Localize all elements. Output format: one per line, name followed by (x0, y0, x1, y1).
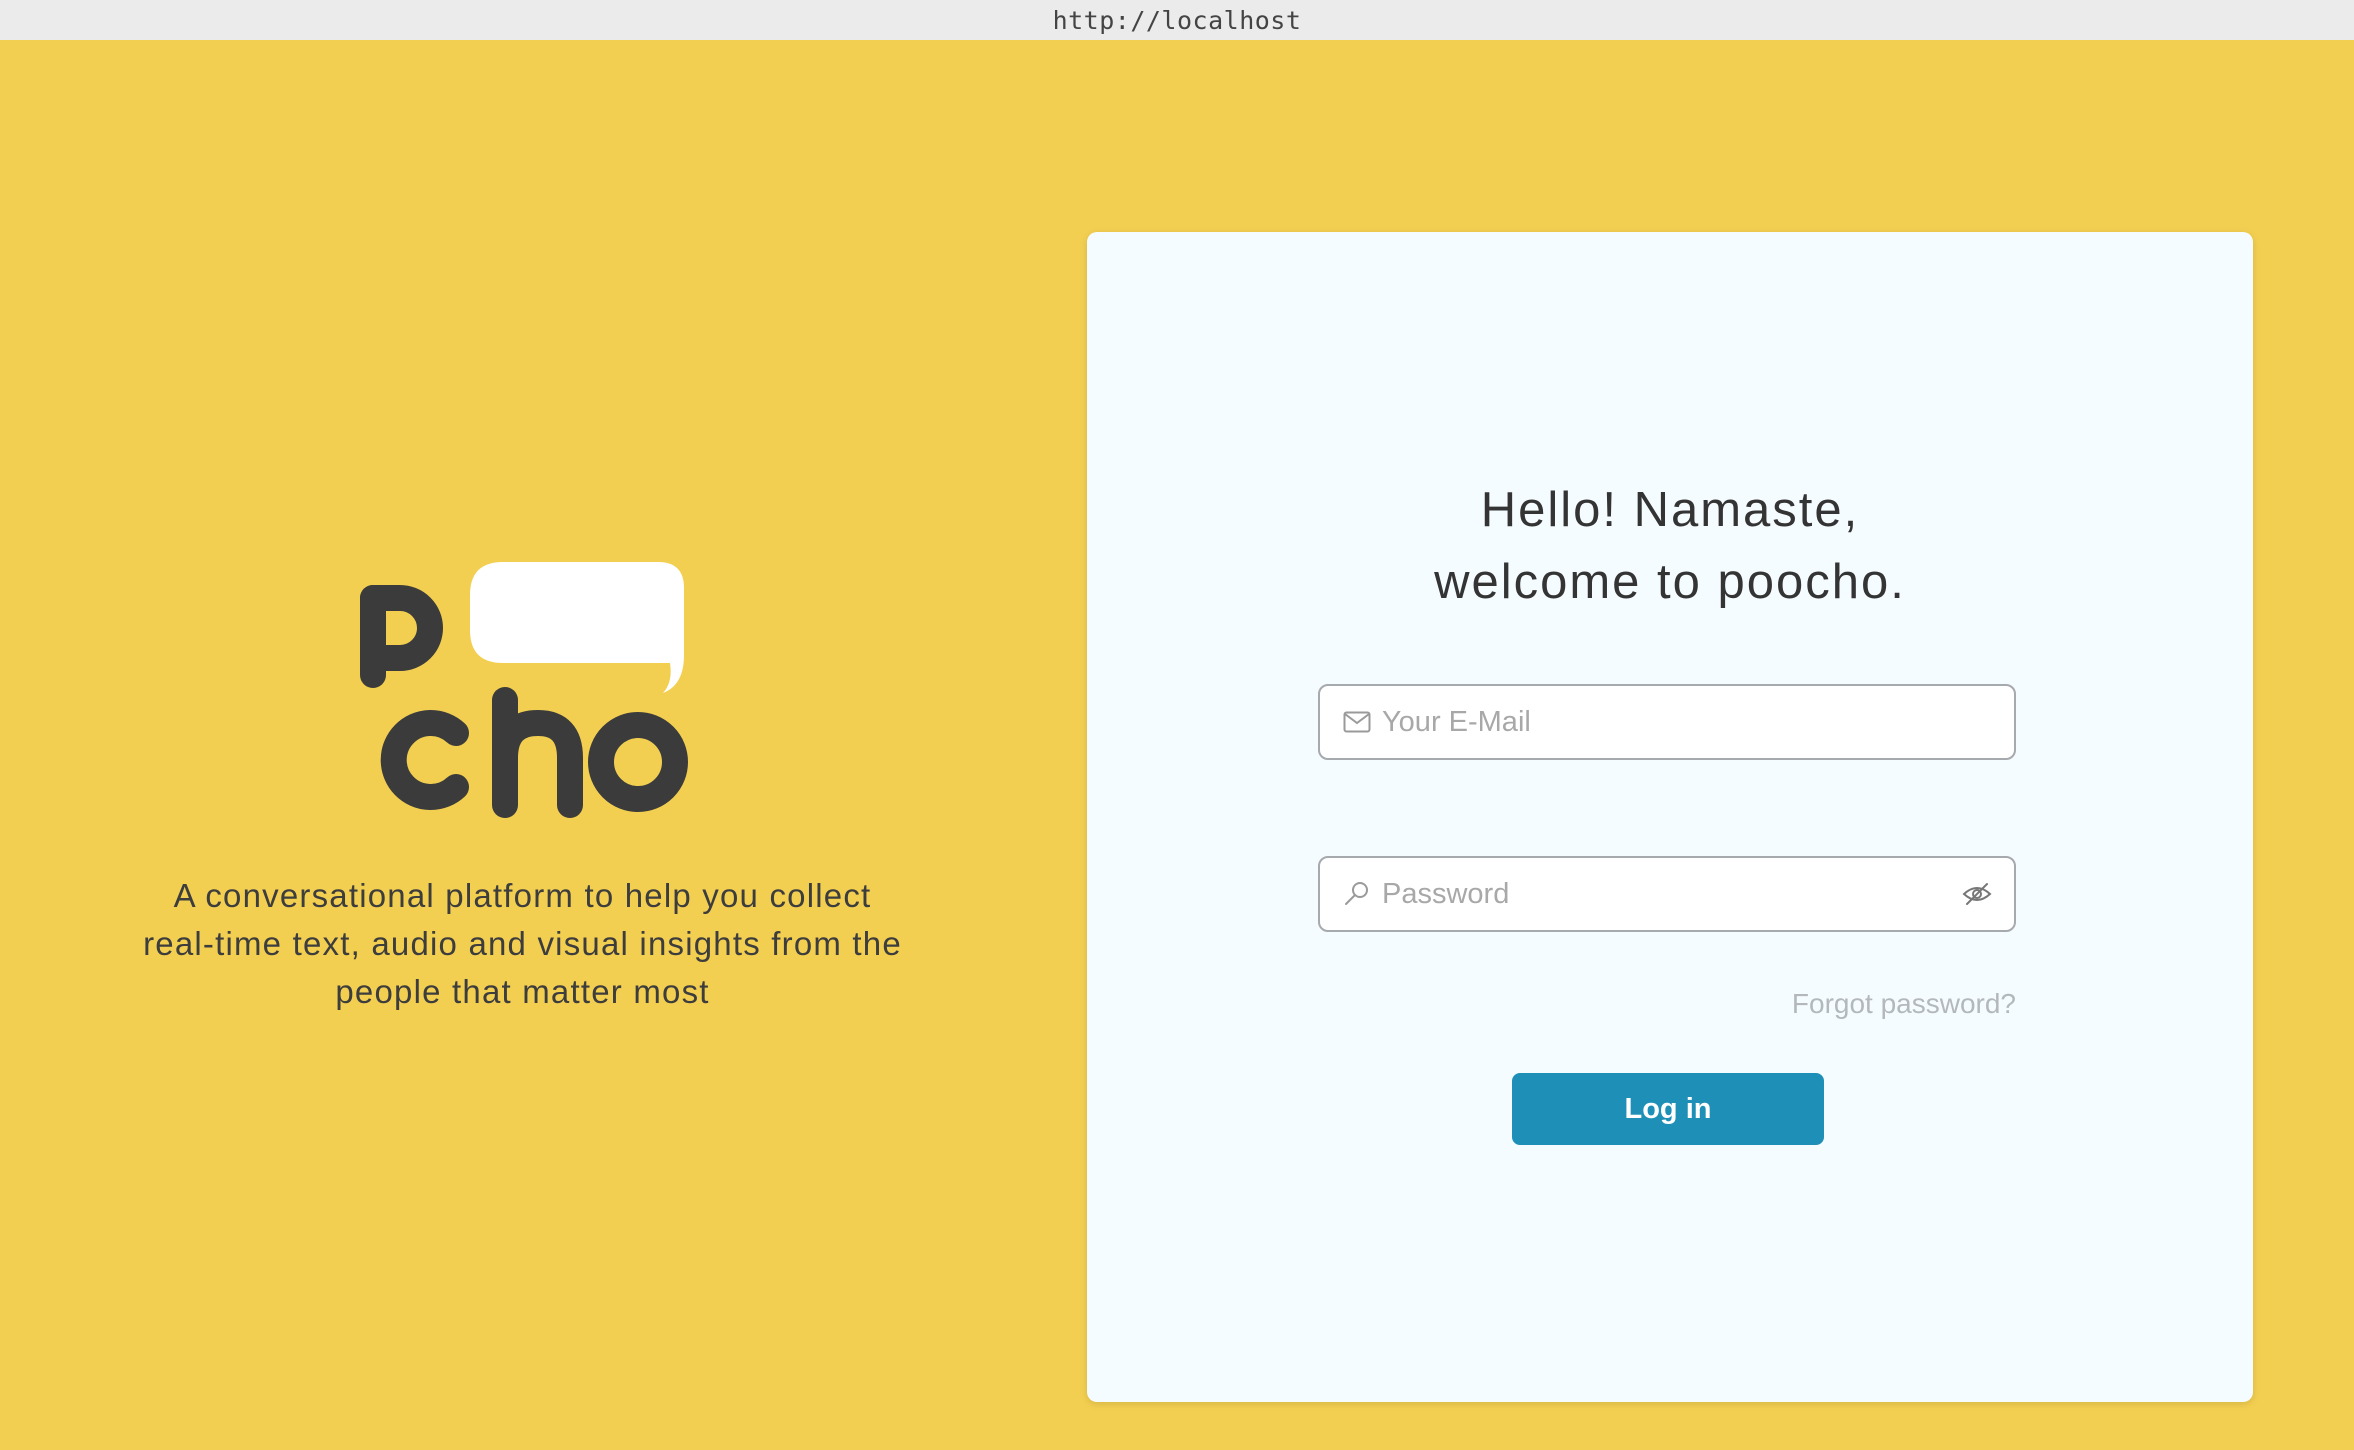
forgot-password-link[interactable]: Forgot password? (1792, 988, 2016, 1020)
login-card: Hello! Namaste, welcome to poocho. Your … (1087, 232, 2253, 1402)
tagline-line: real-time text, audio and visual insight… (143, 925, 902, 962)
tagline: A conversational platform to help you co… (110, 872, 935, 1016)
welcome-line: Hello! Namaste, (1480, 483, 1860, 537)
tagline-line: A conversational platform to help you co… (173, 877, 872, 914)
login-page: A conversational platform to help you co… (0, 40, 2354, 1450)
password-field[interactable] (1318, 856, 2016, 932)
envelope-icon (1342, 707, 1372, 737)
email-input[interactable] (1382, 692, 2014, 752)
brand-panel: A conversational platform to help you co… (110, 560, 935, 1016)
eye-slash-icon[interactable] (1960, 877, 1994, 911)
welcome-heading: Hello! Namaste, welcome to poocho. (1087, 474, 2253, 618)
tagline-line: people that matter most (335, 973, 710, 1010)
welcome-line: welcome to poocho. (1434, 555, 1906, 609)
email-field[interactable] (1318, 684, 2016, 760)
poocho-logo (359, 562, 688, 818)
key-icon (1342, 879, 1372, 909)
url-text: http://localhost (1052, 5, 1302, 35)
password-input[interactable] (1382, 864, 1960, 924)
browser-address-bar: http://localhost (0, 0, 2354, 40)
login-button[interactable]: Log in (1512, 1073, 1824, 1145)
